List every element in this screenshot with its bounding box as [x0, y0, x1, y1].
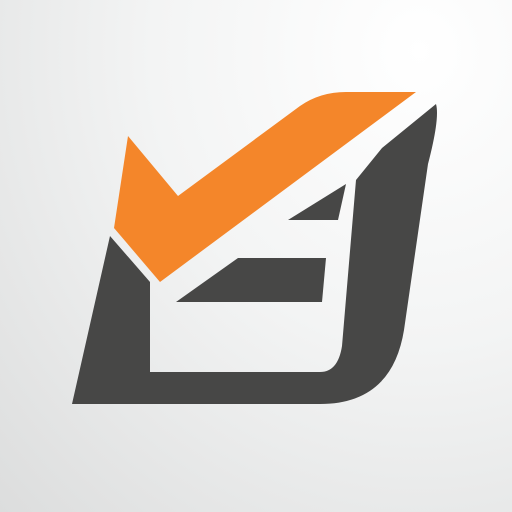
list-line-middle	[176, 258, 326, 302]
list-line-top	[288, 184, 346, 220]
app-icon-background	[0, 0, 512, 512]
checkbox-check-icon	[72, 92, 437, 404]
